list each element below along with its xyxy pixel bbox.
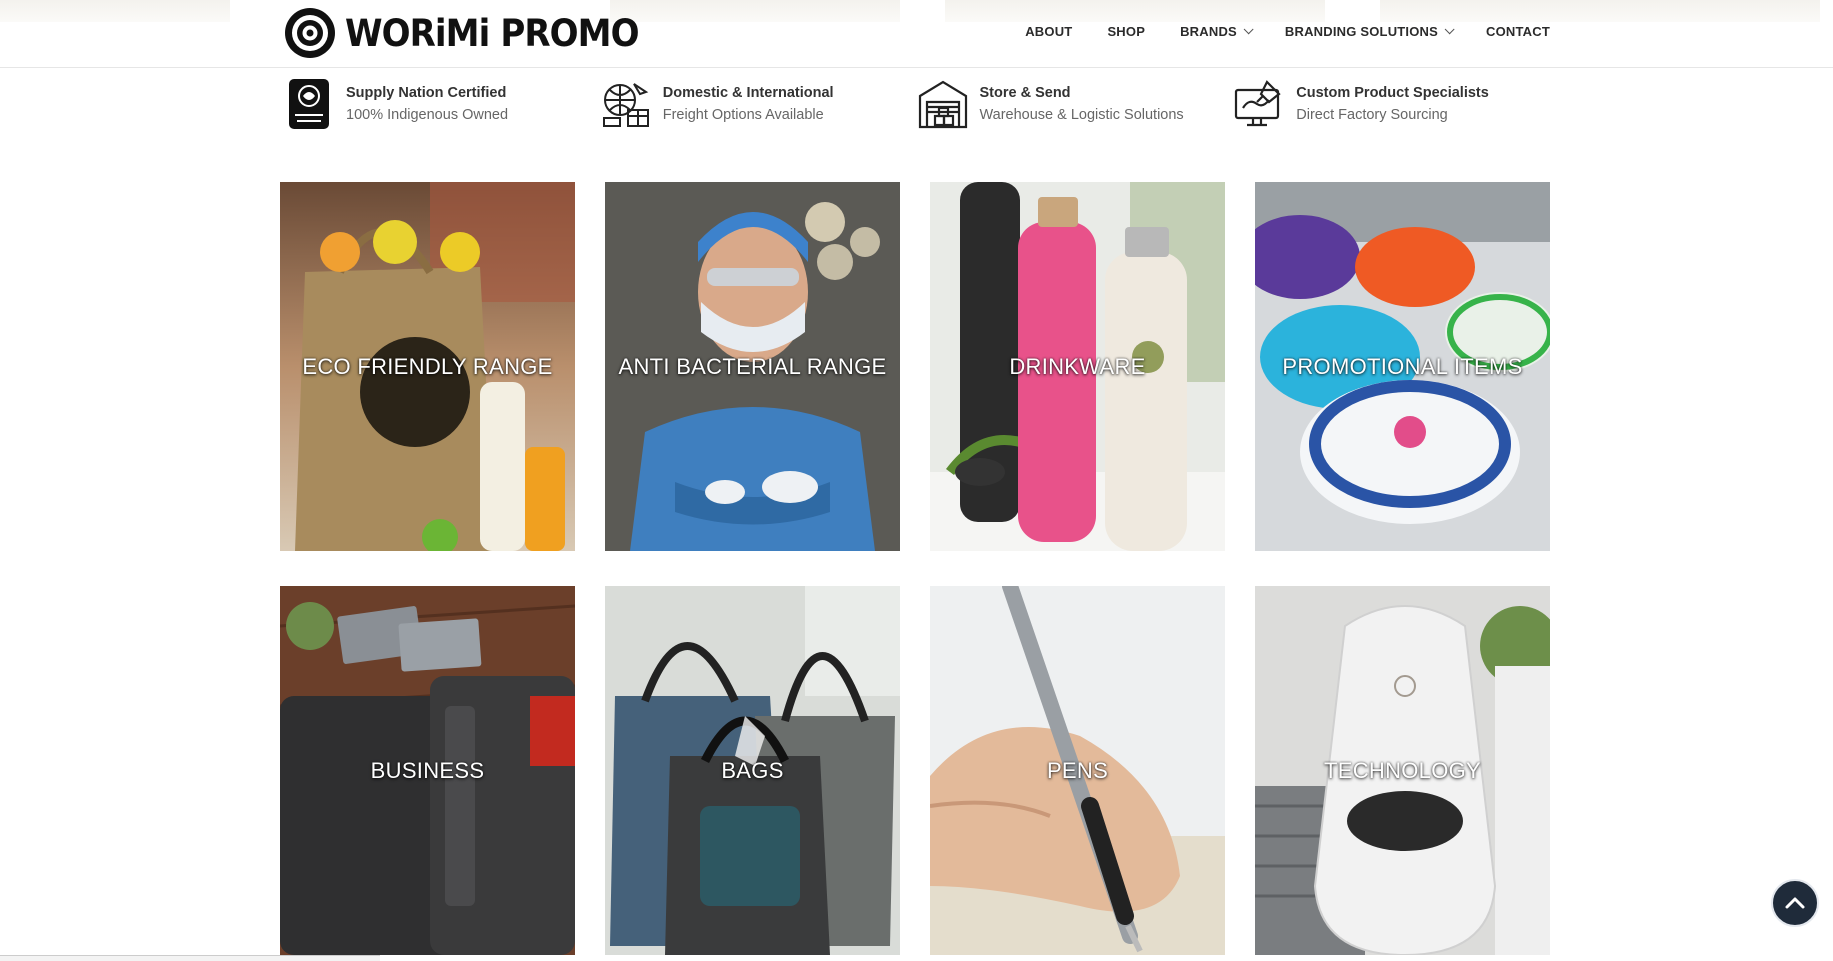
feature-title: Domestic & International — [662, 85, 834, 101]
feature-freight: Domestic & International Freight Options… — [600, 78, 917, 130]
category-tile-promotional-items[interactable]: PROMOTIONAL ITEMS — [1255, 182, 1550, 551]
main-nav: ABOUT SHOP BRANDS BRANDING SOLUTIONS CON… — [1025, 24, 1550, 39]
category-label: PROMOTIONAL ITEMS — [1282, 353, 1523, 379]
category-label: TECHNOLOGY — [1323, 757, 1482, 783]
site-logo[interactable]: WORiMi PROMO — [283, 6, 664, 60]
category-tile-eco-friendly[interactable]: ECO FRIENDLY RANGE — [280, 182, 575, 551]
nav-label: ABOUT — [1025, 24, 1073, 39]
category-tile-technology[interactable]: TECHNOLOGY — [1255, 586, 1550, 955]
logo-mark-icon — [285, 8, 335, 58]
feature-title: Supply Nation Certified — [346, 85, 507, 101]
scroll-to-top-button[interactable] — [1771, 879, 1819, 927]
feature-strip: Supply Nation Certified 100% Indigenous … — [283, 78, 1550, 130]
header-banner-strip — [1380, 0, 1820, 22]
feature-subtitle: Direct Factory Sourcing — [1296, 107, 1448, 123]
nav-label: BRANDING SOLUTIONS — [1284, 24, 1439, 39]
category-tile-drinkware[interactable]: DRINKWARE — [930, 182, 1225, 551]
category-tile-business[interactable]: BUSINESS — [280, 586, 575, 955]
nav-label: CONTACT — [1486, 24, 1550, 39]
category-tile-bags[interactable]: BAGS — [605, 586, 900, 955]
warehouse-icon — [917, 78, 969, 130]
computer-design-icon — [1233, 78, 1285, 130]
nav-contact[interactable]: CONTACT — [1486, 24, 1550, 39]
header-banner-strip — [0, 0, 230, 22]
freight-globe-icon — [600, 78, 652, 130]
brand-name: WORiMi PROMO — [345, 11, 640, 55]
category-label: PENS — [1046, 757, 1109, 783]
browser-status-bar — [0, 955, 380, 961]
nav-about[interactable]: ABOUT — [1025, 24, 1072, 39]
nav-branding-solutions[interactable]: BRANDING SOLUTIONS — [1284, 24, 1455, 39]
category-label: ANTI BACTERIAL RANGE — [618, 353, 887, 379]
nav-label: SHOP — [1107, 24, 1146, 39]
header-banner-strip — [945, 0, 1325, 22]
chevron-down-icon — [1243, 24, 1254, 35]
chevron-down-icon — [1444, 24, 1455, 35]
feature-title: Custom Product Specialists — [1296, 85, 1489, 101]
supply-nation-badge-icon — [283, 78, 335, 130]
category-label: BAGS — [721, 757, 784, 783]
feature-subtitle: Warehouse & Logistic Solutions — [979, 107, 1184, 123]
nav-brands[interactable]: BRANDS — [1180, 24, 1254, 39]
feature-subtitle: Freight Options Available — [662, 107, 824, 123]
chevron-up-icon — [1785, 897, 1805, 909]
feature-title: Store & Send — [979, 85, 1071, 101]
category-tile-anti-bacterial[interactable]: ANTI BACTERIAL RANGE — [605, 182, 900, 551]
site-header: WORiMi PROMO ABOUT SHOP BRANDS BRANDING … — [0, 0, 1833, 68]
feature-supply-nation: Supply Nation Certified 100% Indigenous … — [283, 78, 600, 130]
nav-label: BRANDS — [1180, 24, 1237, 39]
nav-shop[interactable]: SHOP — [1107, 24, 1145, 39]
feature-custom-product: Custom Product Specialists Direct Factor… — [1233, 78, 1550, 130]
category-label: BUSINESS — [370, 757, 485, 783]
category-label: DRINKWARE — [1009, 353, 1146, 379]
category-tile-pens[interactable]: PENS — [930, 586, 1225, 955]
feature-store-send: Store & Send Warehouse & Logistic Soluti… — [917, 78, 1234, 130]
feature-subtitle: 100% Indigenous Owned — [346, 107, 509, 123]
category-label: ECO FRIENDLY RANGE — [302, 353, 553, 379]
